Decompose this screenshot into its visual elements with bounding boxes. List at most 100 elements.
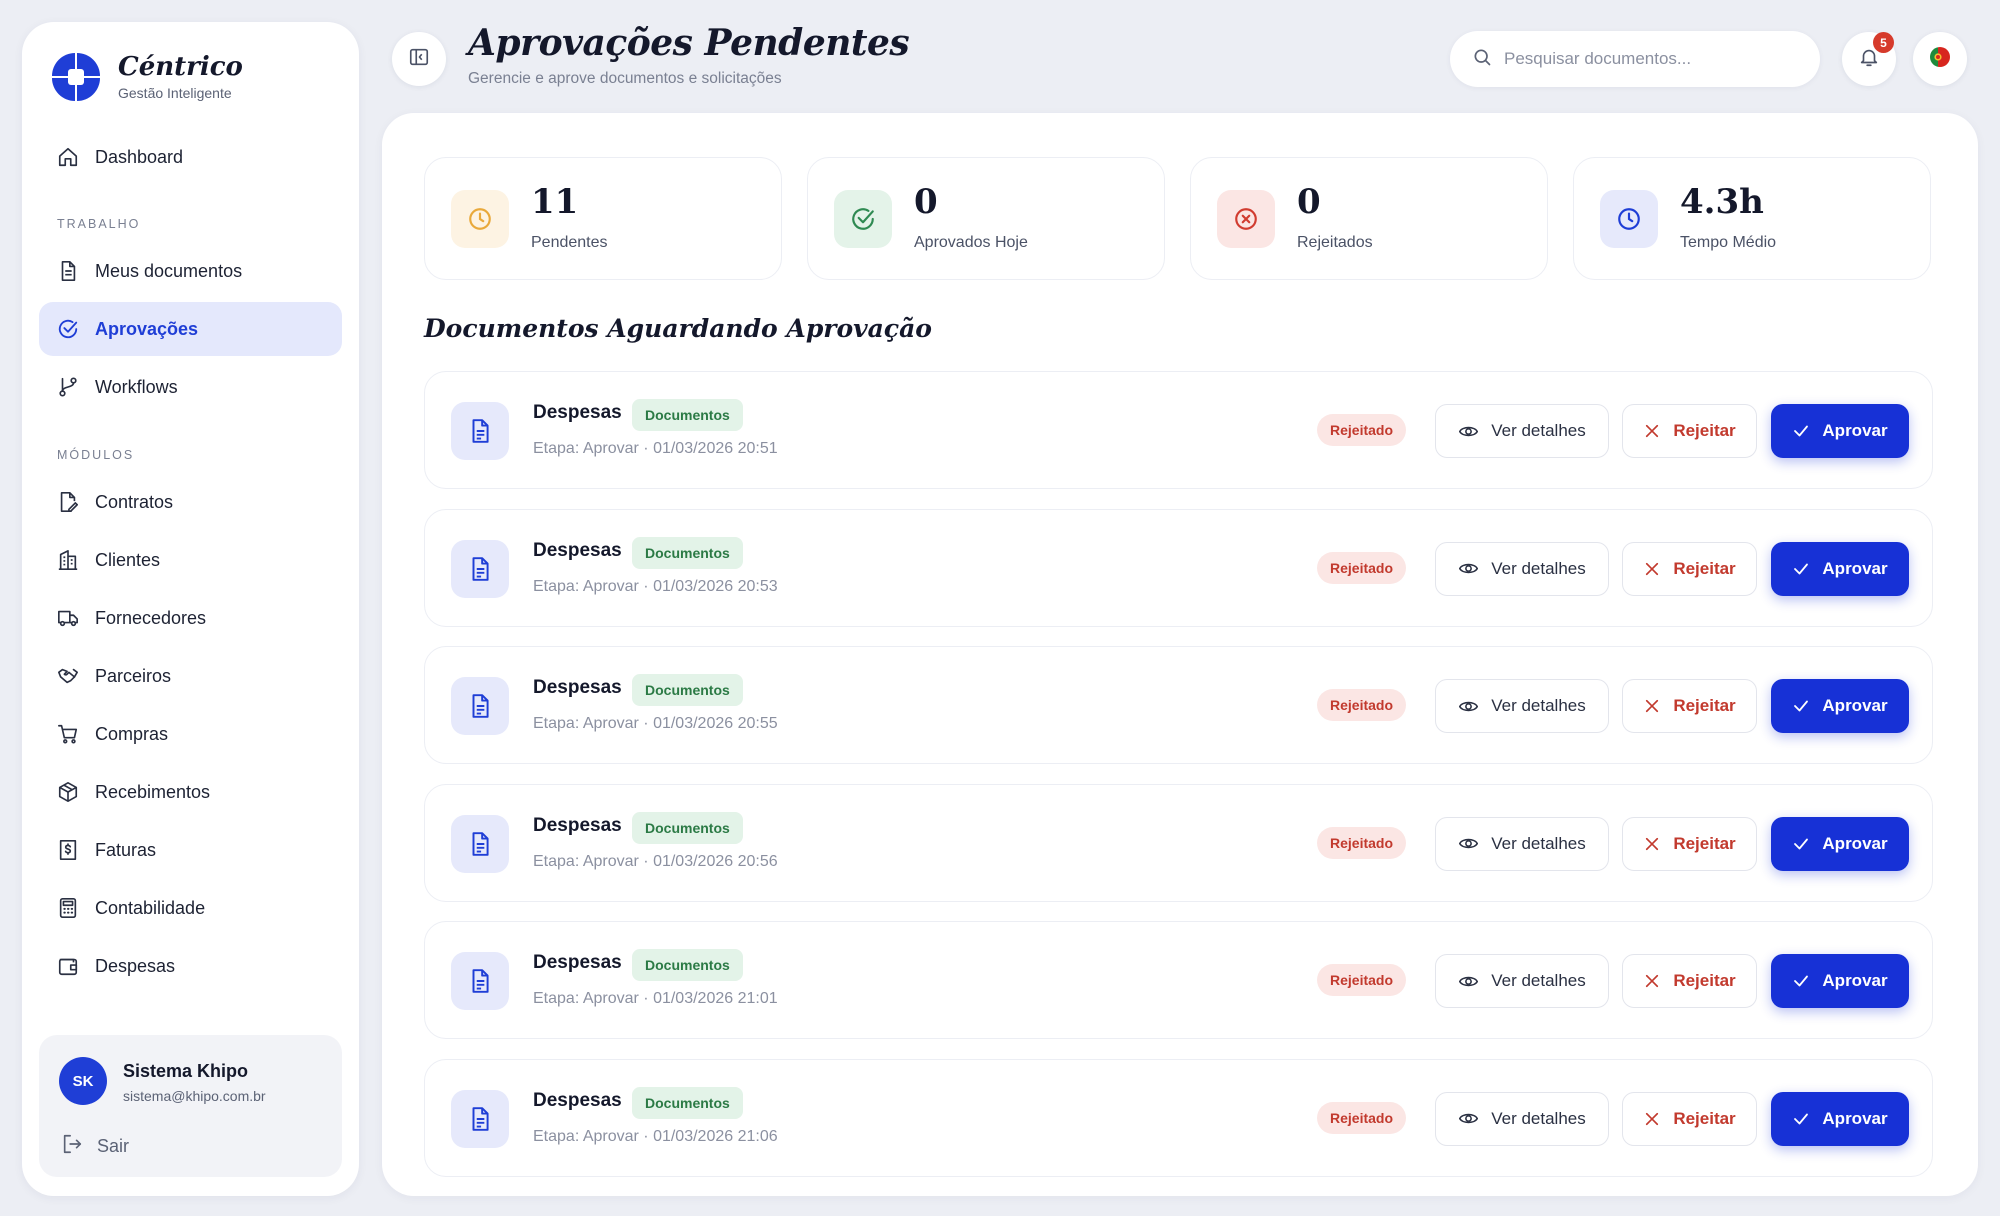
document-name: Despesas xyxy=(533,1089,622,1111)
sidebar-item-label: Clientes xyxy=(95,549,161,570)
git-branch-icon xyxy=(55,374,81,400)
file-signature-icon xyxy=(55,489,81,515)
category-tag: Documentos xyxy=(632,1086,743,1119)
reject-button[interactable]: Rejeitar xyxy=(1622,679,1757,733)
sidebar-item-faturas[interactable]: Faturas xyxy=(39,823,342,877)
logout-icon xyxy=(61,1133,83,1160)
stat-card-aprovados-hoje: 0 Aprovados Hoje xyxy=(807,157,1165,280)
document-name: Despesas xyxy=(533,677,622,698)
sidebar-item-parceiros[interactable]: Parceiros xyxy=(39,649,342,703)
sidebar-item-clientes[interactable]: Clientes xyxy=(39,533,342,587)
document-row: Despesas Documentos Etapa: Aprovar · 01/… xyxy=(424,508,1933,627)
status-badge: Rejeitado xyxy=(1317,551,1407,584)
reject-label: Rejeitar xyxy=(1673,971,1736,990)
view-details-button[interactable]: Ver detalhes xyxy=(1435,816,1609,871)
sidebar-item-despesas[interactable]: Despesas xyxy=(39,939,342,993)
approve-button[interactable]: Aprovar xyxy=(1771,404,1909,458)
sidebar: Céntrico Gestão Inteligente Dashboard TR… xyxy=(22,22,359,1196)
building-icon xyxy=(55,547,81,573)
sidebar-item-dashboard[interactable]: Dashboard xyxy=(39,130,342,184)
reject-button[interactable]: Rejeitar xyxy=(1622,954,1757,1008)
reject-button[interactable]: Rejeitar xyxy=(1622,816,1757,871)
sidebar-item-workflows[interactable]: Workflows xyxy=(39,360,342,414)
sidebar-item-meus-documentos[interactable]: Meus documentos xyxy=(39,244,342,298)
close-icon xyxy=(1643,1110,1661,1128)
close-icon xyxy=(1643,560,1661,578)
document-meta: Etapa: Aprovar · 01/03/2026 21:01 xyxy=(533,990,778,1007)
approve-label: Aprovar xyxy=(1822,558,1888,578)
search-bar xyxy=(1450,31,1820,87)
brand[interactable]: Céntrico Gestão Inteligente xyxy=(48,49,243,105)
reject-label: Rejeitar xyxy=(1673,833,1736,853)
check-circle-icon xyxy=(55,316,81,342)
approve-label: Aprovar xyxy=(1822,421,1888,440)
sidebar-item-label: Contratos xyxy=(95,491,174,512)
close-icon xyxy=(1643,835,1661,853)
approve-label: Aprovar xyxy=(1822,971,1888,990)
approve-label: Aprovar xyxy=(1822,696,1888,715)
sidebar-item-contratos[interactable]: Contratos xyxy=(39,475,342,529)
stat-card-tempo-medio: 4.3h Tempo Médio xyxy=(1573,157,1931,280)
view-details-button[interactable]: Ver detalhes xyxy=(1435,1091,1609,1146)
view-details-label: Ver detalhes xyxy=(1491,971,1586,990)
avatar[interactable]: SK xyxy=(59,1057,107,1105)
sidebar-item-label: Fornecedores xyxy=(95,607,207,628)
sidebar-item-fornecedores[interactable]: Fornecedores xyxy=(39,591,342,645)
view-details-button[interactable]: Ver detalhes xyxy=(1435,954,1609,1008)
category-tag: Documentos xyxy=(632,536,743,569)
logout-button[interactable]: Sair xyxy=(61,1133,129,1160)
eye-icon xyxy=(1458,1108,1479,1129)
approve-button[interactable]: Aprovar xyxy=(1771,1091,1909,1146)
stat-value: 4.3h xyxy=(1680,182,1764,222)
approve-button[interactable]: Aprovar xyxy=(1771,679,1909,733)
document-icon xyxy=(451,402,509,460)
notifications-button[interactable]: 5 xyxy=(1842,32,1896,86)
sidebar-item-label: Parceiros xyxy=(95,665,172,686)
stat-label: Rejeitados xyxy=(1297,234,1373,251)
sidebar-toggle-button[interactable] xyxy=(392,32,446,86)
sidebar-item-aprovacoes[interactable]: Aprovações xyxy=(39,302,342,356)
close-icon xyxy=(1643,422,1661,440)
brand-name: Céntrico xyxy=(118,51,243,82)
status-badge: Rejeitado xyxy=(1317,964,1407,996)
status-badge: Rejeitado xyxy=(1317,414,1407,446)
view-details-button[interactable]: Ver detalhes xyxy=(1435,404,1609,458)
check-icon xyxy=(1792,1110,1810,1128)
brand-subtitle: Gestão Inteligente xyxy=(118,85,232,102)
invoice-icon xyxy=(55,837,81,863)
reject-button[interactable]: Rejeitar xyxy=(1622,541,1757,596)
approve-button[interactable]: Aprovar xyxy=(1771,816,1909,871)
sidebar-item-label: Contabilidade xyxy=(95,897,206,918)
close-icon xyxy=(1643,697,1661,715)
language-button[interactable] xyxy=(1913,32,1967,86)
document-meta: Etapa: Aprovar · 01/03/2026 21:06 xyxy=(533,1127,778,1145)
document-meta: Etapa: Aprovar · 01/03/2026 20:51 xyxy=(533,440,778,457)
stat-label: Tempo Médio xyxy=(1680,234,1777,251)
status-badge: Rejeitado xyxy=(1317,1101,1407,1134)
view-details-button[interactable]: Ver detalhes xyxy=(1435,679,1609,733)
sidebar-item-label: Workflows xyxy=(95,376,178,397)
sidebar-item-label: Meus documentos xyxy=(95,260,243,281)
view-details-button[interactable]: Ver detalhes xyxy=(1435,541,1609,596)
stat-value: 0 xyxy=(1297,182,1321,222)
section-label-work: TRABALHO xyxy=(57,217,141,231)
view-details-label: Ver detalhes xyxy=(1491,696,1586,715)
check-icon xyxy=(1792,422,1810,440)
search-input[interactable] xyxy=(1504,49,1804,69)
sidebar-item-compras[interactable]: Compras xyxy=(39,707,342,761)
calculator-icon xyxy=(55,895,81,921)
reject-label: Rejeitar xyxy=(1673,421,1736,440)
view-details-label: Ver detalhes xyxy=(1491,421,1586,440)
document-name: Despesas xyxy=(533,539,622,561)
sidebar-item-recebimentos[interactable]: Recebimentos xyxy=(39,765,342,819)
reject-button[interactable]: Rejeitar xyxy=(1622,1091,1757,1146)
reject-button[interactable]: Rejeitar xyxy=(1622,404,1757,458)
panel-left-icon xyxy=(408,46,430,73)
reject-label: Rejeitar xyxy=(1673,696,1736,715)
approve-button[interactable]: Aprovar xyxy=(1771,954,1909,1008)
sidebar-item-label: Recebimentos xyxy=(95,781,211,802)
sidebar-item-contabilidade[interactable]: Contabilidade xyxy=(39,881,342,935)
category-tag: Documentos xyxy=(632,674,743,706)
approve-button[interactable]: Aprovar xyxy=(1771,541,1909,596)
clock-icon xyxy=(1600,190,1658,248)
